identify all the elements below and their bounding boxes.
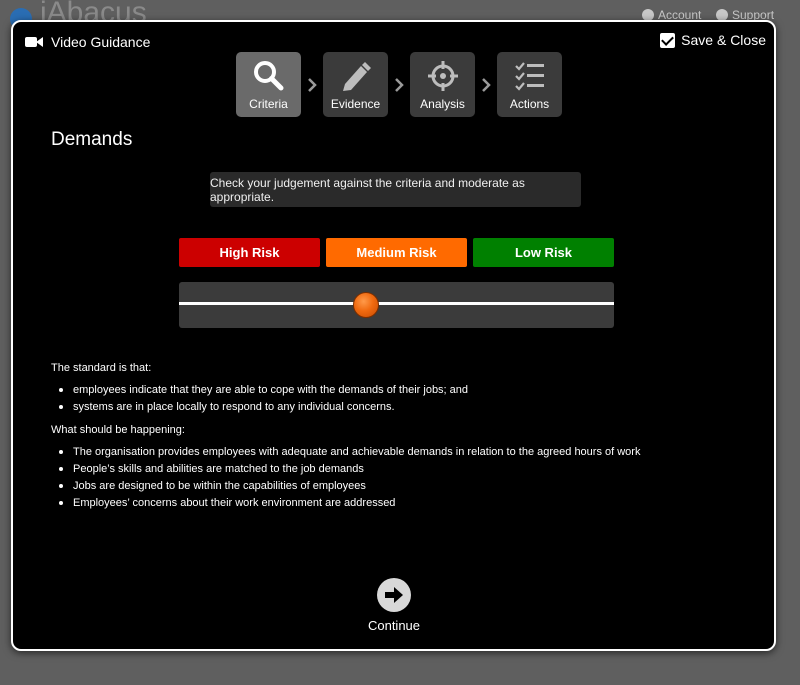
high-risk-button[interactable]: High Risk — [179, 238, 320, 267]
criteria-content: The standard is that: employees indicate… — [51, 362, 751, 520]
medium-risk-button[interactable]: Medium Risk — [326, 238, 467, 267]
crosshair-icon — [427, 61, 458, 91]
step-evidence[interactable]: Evidence — [323, 52, 388, 117]
video-guidance-label: Video Guidance — [51, 34, 151, 50]
search-icon — [253, 61, 283, 91]
criteria-modal: Video Guidance Save & Close Criteria Evi… — [11, 20, 776, 651]
chevron-right-icon — [301, 77, 323, 93]
continue-button[interactable]: Continue — [363, 578, 425, 633]
risk-buttons: High Risk Medium Risk Low Risk — [179, 238, 614, 267]
section-title: Demands — [51, 129, 133, 150]
low-risk-button[interactable]: Low Risk — [473, 238, 614, 267]
step-label: Evidence — [330, 97, 381, 111]
step-criteria[interactable]: Criteria — [236, 52, 301, 117]
checkbox-checked-icon[interactable] — [660, 32, 676, 48]
save-close-button[interactable]: Save & Close — [660, 32, 766, 48]
chevron-right-icon — [475, 77, 497, 93]
list-item: People’s skills and abilities are matche… — [51, 463, 751, 475]
slider-track[interactable] — [179, 302, 614, 305]
step-analysis[interactable]: Analysis — [410, 52, 475, 117]
step-label: Actions — [509, 97, 550, 111]
happening-list: The organisation provides employees with… — [51, 446, 751, 509]
list-item: employees indicate that they are able to… — [51, 384, 751, 396]
save-close-label: Save & Close — [681, 32, 766, 48]
risk-slider[interactable] — [179, 282, 614, 328]
list-item: systems are in place locally to respond … — [51, 401, 751, 413]
chevron-right-icon — [388, 77, 410, 93]
instruction-box: Check your judgement against the criteri… — [210, 172, 581, 207]
list-item: Jobs are designed to be within the capab… — [51, 480, 751, 492]
standard-heading: The standard is that: — [51, 362, 152, 374]
step-navigation: Criteria Evidence Analysis Actions — [236, 52, 562, 117]
arrow-right-circle-icon — [377, 578, 411, 612]
pencil-icon — [342, 62, 371, 91]
list-item: Employees’ concerns about their work env… — [51, 497, 751, 509]
video-guidance-button[interactable]: Video Guidance — [25, 34, 150, 50]
checklist-icon — [514, 62, 544, 91]
step-label: Criteria — [249, 97, 288, 111]
list-item: The organisation provides employees with… — [51, 446, 751, 458]
step-label: Analysis — [420, 97, 465, 111]
slider-thumb[interactable] — [353, 292, 380, 318]
standard-list: employees indicate that they are able to… — [51, 384, 751, 413]
video-camera-icon — [25, 36, 43, 48]
step-actions[interactable]: Actions — [497, 52, 562, 117]
continue-label: Continue — [367, 618, 421, 633]
happening-heading: What should be happening: — [51, 424, 185, 436]
